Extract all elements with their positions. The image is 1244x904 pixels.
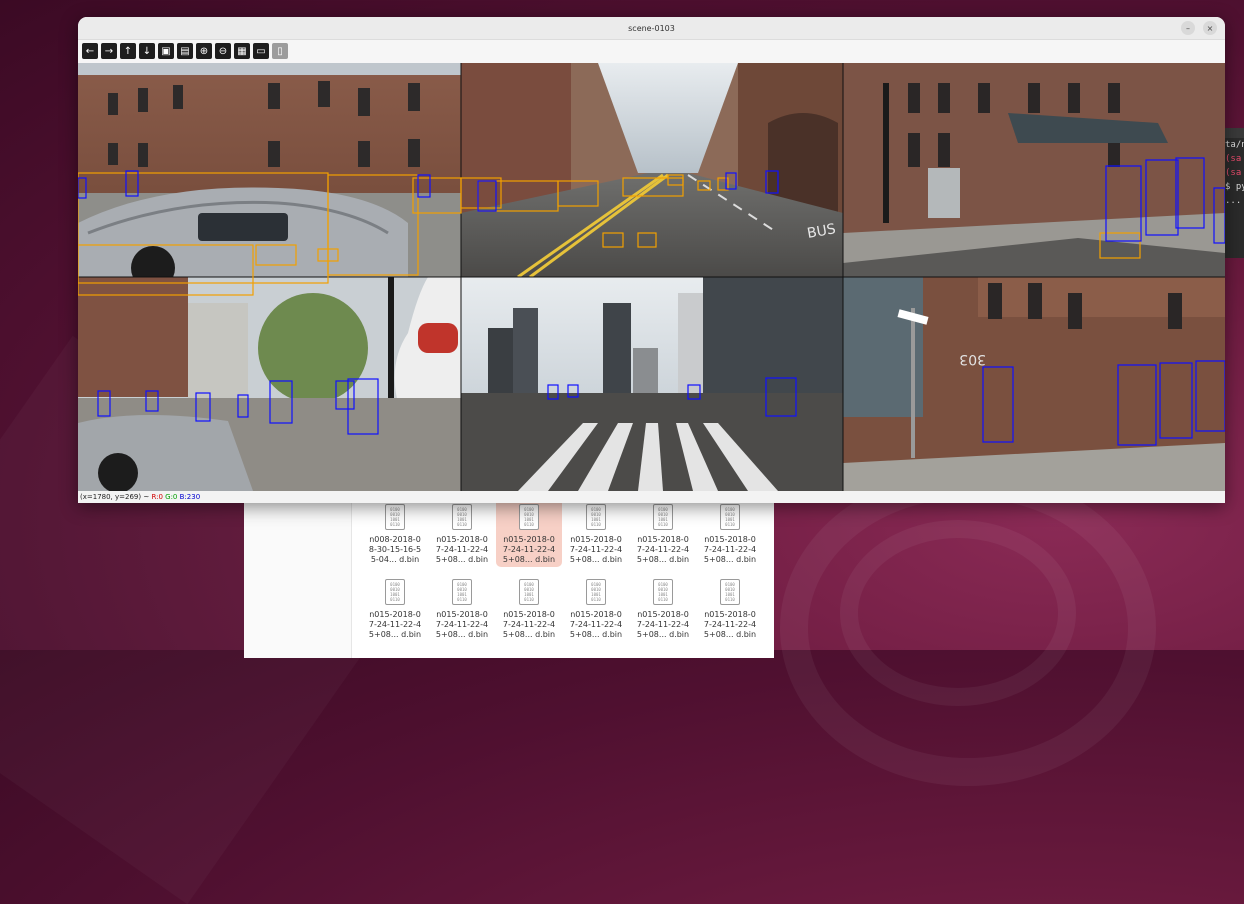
copy-button[interactable]: ▭ [253,43,269,59]
camera-view-front: BUS [461,63,843,279]
file-item[interactable]: 0100 0010 1001 0110 n015-2018-0 7-24-11-22-4 5… [362,573,428,642]
binary-file-icon: 0100 0010 1001 0110 [385,579,405,605]
file-item[interactable]: 0100 0010 1001 0110 n015-2018-0 7-24-11-22-4 5… [630,573,696,642]
zoom-region-button[interactable]: ▤ [177,43,193,59]
terminal-line: ta/n [1225,140,1244,150]
file-name: n015-2018-0 7-24-11-22-4 5+08... d.bin [435,535,489,564]
status-bar: (x=1780, y=269) ~ R:0 G:0 B:230 [78,491,1225,503]
wallpaper-ring-inner [840,520,1076,706]
minimize-icon: – [1186,23,1190,33]
terminal-line: $ py [1225,182,1244,192]
binary-file-icon: 0100 0010 1001 0110 [720,579,740,605]
image-viewport[interactable]: BUS 303 [78,63,1225,491]
file-grid: 0100 0010 1001 0110 n008-2018-0 8-30-15-16-5 5… [362,498,772,642]
file-item[interactable]: 0100 0010 1001 0110 n015-2018-0 7-24-11-22-4 5… [496,573,562,642]
camera-view-back [461,277,843,491]
toolbar: ← → ↑ ↓ ▣ ▤ ⊕ ⊖ ▦ ▭ ▯ [78,40,1225,62]
file-item[interactable]: 0100 0010 1001 0110 n015-2018-0 7-24-11-22-4 5… [697,498,763,567]
zoom-in-icon: ⊕ [199,45,209,57]
cursor-coordinates: (x=1780, y=269) ~ [80,493,150,501]
file-item[interactable]: 0100 0010 1001 0110 n015-2018-0 7-24-11-22-4 5… [630,498,696,567]
zoom-out-button[interactable]: ⊖ [215,43,231,59]
binary-file-icon: 0100 0010 1001 0110 [586,504,606,530]
pixel-green-value: G:0 [165,493,178,501]
properties-button[interactable]: ▯ [272,43,288,59]
camera-mosaic: BUS 303 [78,63,1225,491]
arrow-down-icon: ↓ [142,45,152,57]
pixel-blue-value: B:230 [179,493,201,501]
arrow-down-button[interactable]: ↓ [139,43,155,59]
binary-file-icon: 0100 0010 1001 0110 [586,579,606,605]
binary-file-icon: 0100 0010 1001 0110 [385,504,405,530]
window-title: scene-0103 [628,23,675,33]
camera-view-front-left [78,63,461,290]
arrow-up-icon: ↑ [123,45,133,57]
arrow-right-button[interactable]: → [101,43,117,59]
file-name: n015-2018-0 7-24-11-22-4 5+08... d.bin [703,535,757,564]
title-bar[interactable]: scene-0103 – × [78,17,1225,40]
binary-file-icon: 0100 0010 1001 0110 [653,579,673,605]
file-name: n015-2018-0 7-24-11-22-4 5+08... d.bin [703,610,757,639]
binary-file-icon: 0100 0010 1001 0110 [519,504,539,530]
binary-file-icon: 0100 0010 1001 0110 [452,504,472,530]
terminal-window[interactable]: ta/n (sa (sa $ py ... [1222,128,1244,258]
arrow-up-button[interactable]: ↑ [120,43,136,59]
file-item[interactable]: 0100 0010 1001 0110 n015-2018-0 7-24-11-22-4 5… [429,498,495,567]
copy-icon: ▭ [256,45,266,57]
save-icon: ▦ [237,45,247,57]
binary-file-icon: 0100 0010 1001 0110 [653,504,673,530]
file-name: n015-2018-0 7-24-11-22-4 5+08... d.bin [502,610,556,639]
terminal-line: ... [1225,196,1242,206]
save-button[interactable]: ▦ [234,43,250,59]
file-name: n015-2018-0 7-24-11-22-4 5+08... d.bin [435,610,489,639]
file-item[interactable]: 0100 0010 1001 0110 n015-2018-0 7-24-11-22-4 5… [563,573,629,642]
zoom-fit-icon: ▣ [161,45,171,57]
zoom-region-icon: ▤ [180,45,190,57]
file-name: n015-2018-0 7-24-11-22-4 5+08... d.bin [569,610,623,639]
zoom-out-icon: ⊖ [218,45,228,57]
terminal-line: (sa [1225,168,1242,178]
file-name: n015-2018-0 7-24-11-22-4 5+08... d.bin [368,610,422,639]
close-icon: × [1206,23,1214,33]
camera-view-front-right [843,63,1225,277]
file-item[interactable]: 0100 0010 1001 0110 n008-2018-0 8-30-15-16-5 5… [362,498,428,567]
arrow-left-button[interactable]: ← [82,43,98,59]
close-button[interactable]: × [1203,21,1217,35]
file-name: n008-2018-0 8-30-15-16-5 5-04... d.bin [368,535,422,564]
camera-view-back-right: 303 [843,277,1225,491]
pixel-red-value: R:0 [151,493,163,501]
file-manager-window: 0100 0010 1001 0110 n008-2018-0 8-30-15-16-5 5… [244,488,774,658]
file-item[interactable]: 0100 0010 1001 0110 n015-2018-0 7-24-11-22-4 5… [496,498,562,567]
file-name: n015-2018-0 7-24-11-22-4 5+08... d.bin [636,535,690,564]
file-name: n015-2018-0 7-24-11-22-4 5+08... d.bin [502,535,556,564]
arrow-left-icon: ← [85,45,95,57]
zoom-in-button[interactable]: ⊕ [196,43,212,59]
binary-file-icon: 0100 0010 1001 0110 [452,579,472,605]
zoom-fit-button[interactable]: ▣ [158,43,174,59]
file-item[interactable]: 0100 0010 1001 0110 n015-2018-0 7-24-11-22-4 5… [563,498,629,567]
image-viewer-window: scene-0103 – × ← → ↑ ↓ ▣ ▤ ⊕ ⊖ ▦ ▭ ▯ BUS… [78,17,1225,503]
minimize-button[interactable]: – [1181,21,1195,35]
binary-file-icon: 0100 0010 1001 0110 [519,579,539,605]
terminal-line: (sa [1225,154,1242,164]
file-manager-sidebar [244,488,352,658]
file-name: n015-2018-0 7-24-11-22-4 5+08... d.bin [636,610,690,639]
arrow-right-icon: → [104,45,114,57]
file-item[interactable]: 0100 0010 1001 0110 n015-2018-0 7-24-11-22-4 5… [429,573,495,642]
building-number: 303 [959,351,986,367]
file-item[interactable]: 0100 0010 1001 0110 n015-2018-0 7-24-11-22-4 5… [697,573,763,642]
file-name: n015-2018-0 7-24-11-22-4 5+08... d.bin [569,535,623,564]
binary-file-icon: 0100 0010 1001 0110 [720,504,740,530]
properties-icon: ▯ [277,45,283,57]
